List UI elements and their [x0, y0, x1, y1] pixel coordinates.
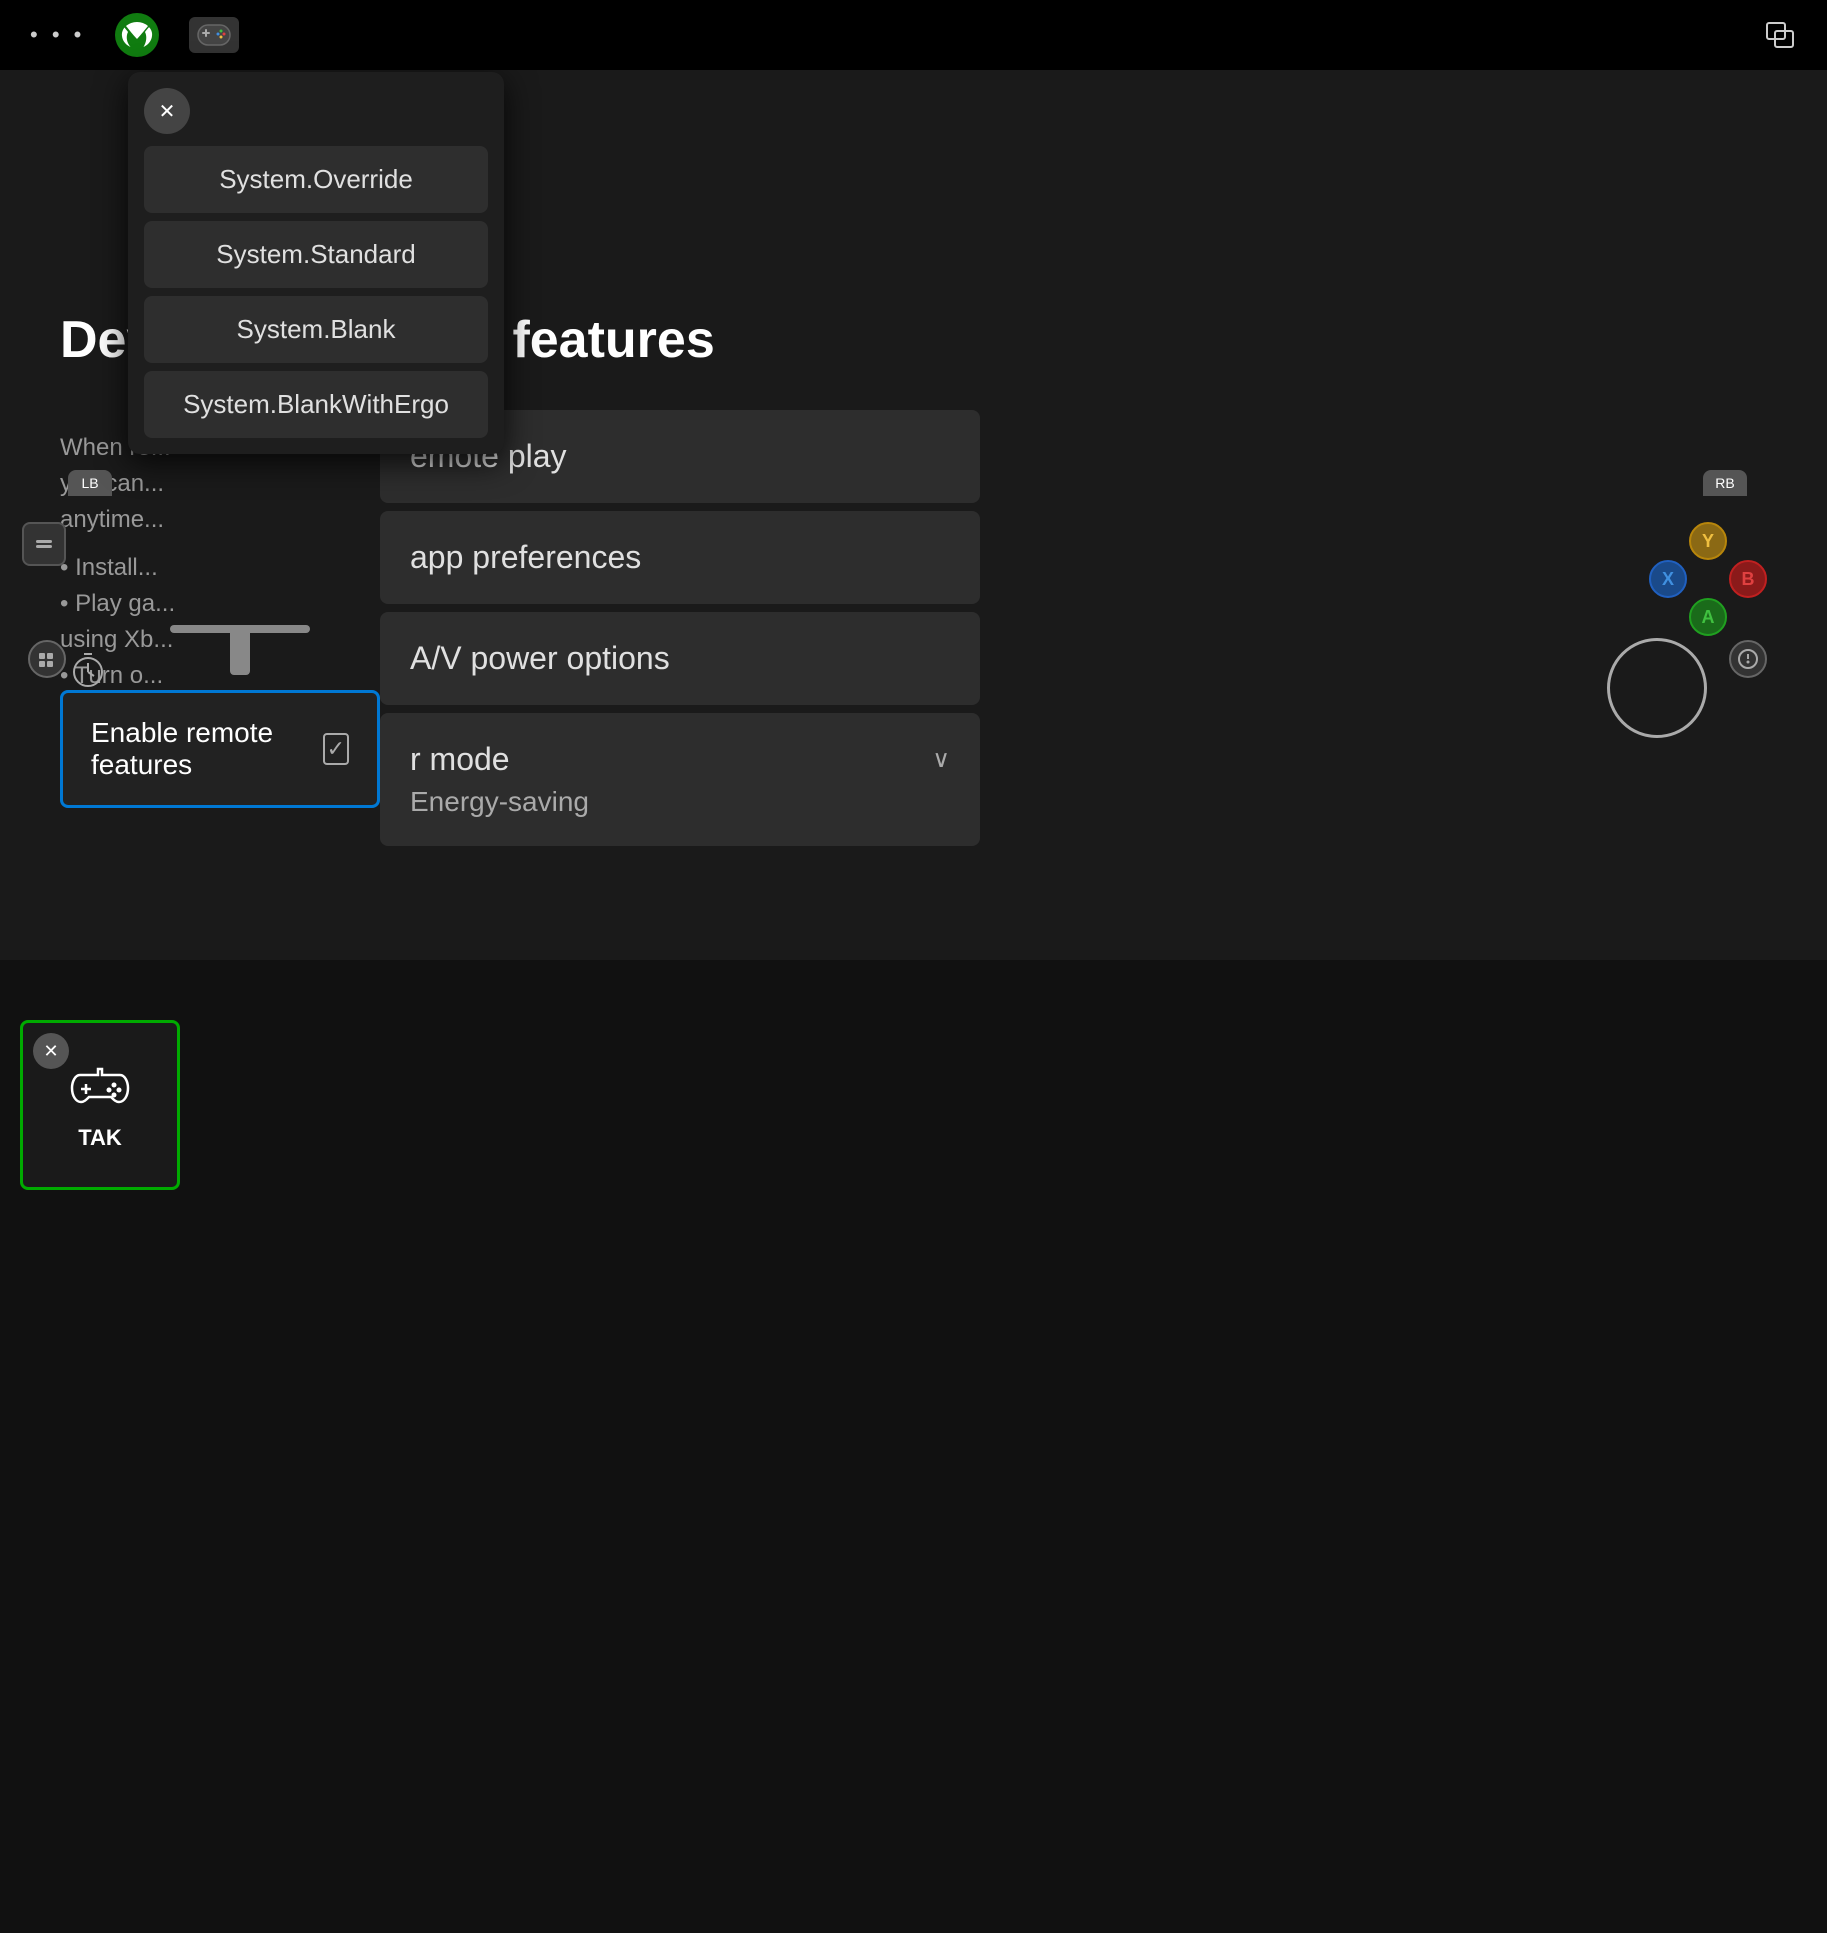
controller-icon[interactable]	[189, 17, 239, 53]
xbox-logo	[115, 13, 159, 57]
window-icon[interactable]	[1765, 19, 1797, 51]
game-card[interactable]: ✕ TAK	[20, 1020, 180, 1190]
settings-item-av-power-options[interactable]: A/V power options	[380, 612, 980, 705]
enable-remote-label: Enable remote features	[91, 717, 323, 781]
dropdown-option-system-blank[interactable]: System.Blank	[144, 296, 488, 363]
rb-button[interactable]: RB	[1703, 470, 1747, 496]
menu-button-right[interactable]	[1729, 640, 1767, 678]
settings-item-power-mode[interactable]: r mode ∨ Energy-saving	[380, 713, 980, 846]
enable-remote-features-box[interactable]: Enable remote features ✓	[60, 690, 380, 808]
x-button[interactable]: X	[1649, 560, 1687, 598]
right-stick	[1607, 638, 1707, 738]
dropdown-option-system-standard[interactable]: System.Standard	[144, 221, 488, 288]
b-button[interactable]: B	[1729, 560, 1767, 598]
chevron-down-icon: ∨	[932, 745, 950, 774]
top-bar: • • •	[0, 0, 1827, 70]
dropdown-option-system-blank-with-ergo[interactable]: System.BlankWithErgo	[144, 371, 488, 438]
extra-left-button[interactable]	[22, 522, 66, 566]
lb-button[interactable]: LB	[68, 470, 112, 496]
dropdown-close-button[interactable]: ✕	[144, 88, 190, 134]
settings-item-app-preferences[interactable]: app preferences	[380, 511, 980, 604]
menu-dots[interactable]: • • •	[30, 22, 85, 48]
window-controls	[1765, 19, 1797, 51]
enable-remote-checkbox[interactable]: ✓	[323, 733, 349, 765]
bottom-area	[0, 960, 1827, 1933]
power-mode-value: Energy-saving	[410, 786, 950, 818]
settings-list: emote play app preferences A/V power opt…	[380, 410, 980, 854]
y-button[interactable]: Y	[1689, 522, 1727, 560]
menu-button-left[interactable]	[28, 640, 66, 678]
game-card-label: TAK	[78, 1125, 122, 1151]
game-card-close-button[interactable]: ✕	[33, 1033, 69, 1069]
gamepad-icon	[70, 1060, 130, 1105]
a-button[interactable]: A	[1689, 598, 1727, 636]
dropdown-option-system-override[interactable]: System.Override	[144, 146, 488, 213]
dropdown-popup: ✕ System.Override System.Standard System…	[128, 72, 504, 454]
